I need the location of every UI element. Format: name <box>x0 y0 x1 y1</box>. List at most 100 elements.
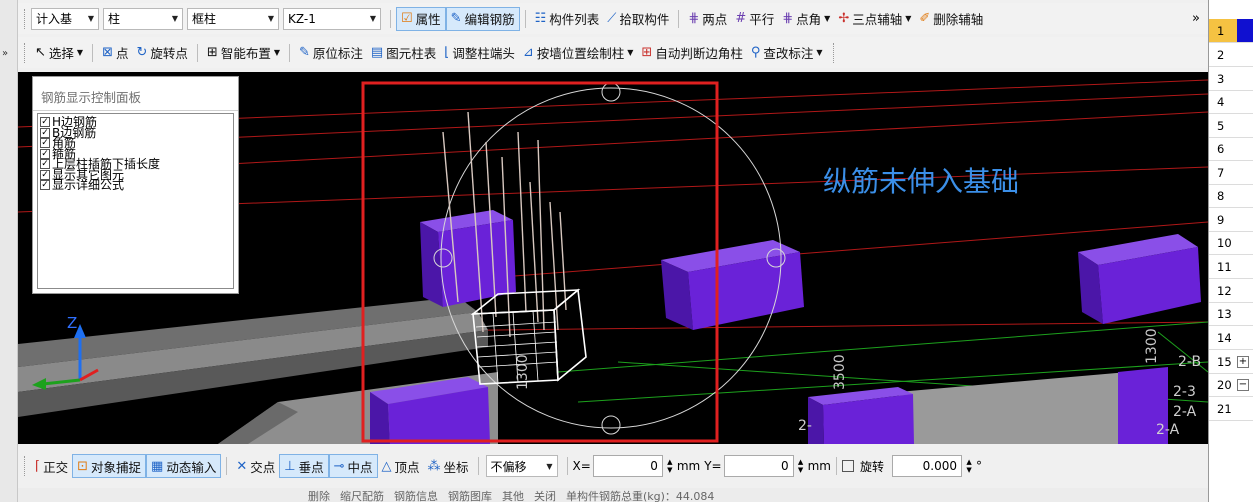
dynamic-input-button[interactable]: ▦ 动态输入 <box>146 454 222 478</box>
row-header[interactable]: 4 <box>1209 90 1253 114</box>
check-label-button[interactable]: ⚲ 查改标注 ▼ <box>747 41 827 65</box>
checkbox-checked-icon[interactable]: ✓ <box>40 138 50 149</box>
toolbar-grip[interactable] <box>24 8 28 29</box>
pick-component-label: 拾取构件 <box>619 12 670 27</box>
toolbar-grip[interactable] <box>24 456 28 476</box>
other-button[interactable]: 其他 <box>502 488 524 502</box>
checkbox-checked-icon[interactable]: ✓ <box>40 117 50 128</box>
pick-component-button[interactable]: ⟋ 拾取构件 <box>603 7 673 31</box>
delete-axis-button[interactable]: ✐ 删除辅轴 <box>915 7 987 31</box>
row-number: 5 <box>1217 118 1225 133</box>
rotate-label: 旋转 <box>860 459 885 474</box>
expand-plus-icon[interactable]: + <box>1237 355 1249 368</box>
row-header[interactable]: 15 + <box>1209 350 1253 374</box>
row-header[interactable]: 5 <box>1209 114 1253 138</box>
midpoint-button[interactable]: ⊸ 中点 <box>328 454 378 478</box>
parallel-button[interactable]: # 平行 <box>731 7 778 31</box>
row-header[interactable]: 2 <box>1209 43 1253 67</box>
three-point-axis-button[interactable]: ✢ 三点辅轴 ▼ <box>834 7 915 31</box>
row-header[interactable]: 14 <box>1209 326 1253 350</box>
select-label: 选择 <box>48 46 74 61</box>
row-number: 20 <box>1217 377 1232 392</box>
orthogonal-button[interactable]: ⌈ 正交 <box>31 454 72 478</box>
row-header[interactable]: 10 <box>1209 231 1253 255</box>
coordinate-button[interactable]: ⁂ 坐标 <box>424 454 473 478</box>
checkbox-checked-icon[interactable]: ✓ <box>40 148 50 159</box>
grid-label-2a-bottom: 2-A <box>1156 422 1180 438</box>
row-header[interactable]: 7 <box>1209 161 1253 185</box>
row-header[interactable]: 13 <box>1209 302 1253 326</box>
properties-icon: ☑ <box>401 11 413 26</box>
row-header[interactable]: 11 <box>1209 255 1253 279</box>
perpendicular-button[interactable]: ⊥ 垂点 <box>279 454 329 478</box>
element-column-table-button[interactable]: ▤ 图元柱表 <box>367 41 440 65</box>
smart-layout-button[interactable]: ⊞ 智能布置 ▼ <box>203 41 284 65</box>
component-combo[interactable]: KZ-1 ▼ <box>283 7 381 30</box>
type-combo[interactable]: 框柱 ▼ <box>187 7 279 30</box>
divider <box>836 457 837 475</box>
offset-mode-select[interactable]: 不偏移 ▼ <box>485 455 558 477</box>
intersection-button[interactable]: ✕ 交点 <box>232 454 279 478</box>
dynamic-input-label: 动态输入 <box>166 459 217 475</box>
rebar-drawing-button[interactable]: 钢筋图库 <box>448 488 492 502</box>
adjust-column-end-button[interactable]: ⌊ 调整柱端头 <box>440 41 519 65</box>
rotate-input[interactable]: 0.000 <box>892 455 963 477</box>
chevron-down-icon: ▼ <box>76 48 84 57</box>
row-header[interactable]: 6 <box>1209 137 1253 161</box>
category-combo-value: 柱 <box>108 12 121 26</box>
point-angle-button[interactable]: ⋕ 点角 ▼ <box>778 7 834 31</box>
mm-unit-y: mm <box>807 459 831 473</box>
row-header[interactable]: 1 <box>1209 19 1253 43</box>
dimension-label-1300-right: 1300 <box>1144 328 1160 364</box>
category-combo[interactable]: 柱 ▼ <box>103 7 183 30</box>
y-input[interactable]: 0 <box>723 455 794 477</box>
rotate-icon: ↻ <box>136 45 148 60</box>
reduce-rebar-button[interactable]: 缩尺配筋 <box>340 488 384 502</box>
vertex-icon: △ <box>381 458 392 474</box>
two-points-button[interactable]: ⋕ 两点 <box>684 7 731 31</box>
delete-button[interactable]: 删除 <box>308 488 330 502</box>
panel-option-detailed-formula[interactable]: ✓ 显示详细公式 <box>40 179 231 191</box>
row-header[interactable]: 21 <box>1209 397 1253 421</box>
checkbox-checked-icon[interactable]: ✓ <box>40 159 50 170</box>
toolbar-overflow-icon[interactable]: » <box>1192 11 1200 26</box>
rotate-spinner-icon[interactable]: ▲ ▼ <box>964 458 974 474</box>
draw-column-by-wall-button[interactable]: ⊿ 按墙位置绘制柱 ▼ <box>519 41 638 65</box>
select-button[interactable]: ↖ 选择 ▼ <box>31 41 87 65</box>
row-number: 12 <box>1217 283 1232 298</box>
in-place-label-button[interactable]: ✎ 原位标注 <box>295 41 367 65</box>
row-header[interactable]: 9 <box>1209 208 1253 232</box>
expand-chevron-icon[interactable]: » <box>2 48 8 59</box>
rebar-info-button[interactable]: 钢筋信息 <box>394 488 438 502</box>
component-list-button[interactable]: ☷ 构件列表 <box>531 7 604 31</box>
row-header[interactable]: 12 <box>1209 279 1253 303</box>
close-button[interactable]: 关闭 <box>534 488 556 502</box>
intersection-label: 交点 <box>250 459 276 475</box>
drawing-viewport[interactable]: Z 1300 3500 1300 2-B 2-3 2-A 2-A 2- 纵筋未伸… <box>18 72 1208 444</box>
point-button[interactable]: ⊠ 点 <box>98 41 132 65</box>
object-snap-button[interactable]: ⊡ 对象捕捉 <box>72 454 147 478</box>
x-spinner-icon[interactable]: ▲ ▼ <box>665 458 675 474</box>
selected-cell[interactable] <box>1237 19 1253 42</box>
properties-button[interactable]: ☑ 属性 <box>396 6 446 31</box>
rotate-point-button[interactable]: ↻ 旋转点 <box>133 41 192 65</box>
checkbox-checked-icon[interactable]: ✓ <box>40 127 50 138</box>
row-header[interactable]: 8 <box>1209 184 1253 208</box>
row-header[interactable]: 20− <box>1209 373 1253 397</box>
y-spinner-icon[interactable]: ▲ ▼ <box>796 458 806 474</box>
x-input[interactable]: 0 <box>592 455 663 477</box>
row-number: 11 <box>1217 259 1232 274</box>
divider <box>196 43 198 62</box>
auto-corner-column-button[interactable]: ⊞ 自动判断边角柱 <box>637 41 746 65</box>
chevron-down-icon: ▼ <box>627 48 634 57</box>
vertex-button[interactable]: △ 顶点 <box>378 454 424 478</box>
checkbox-checked-icon[interactable]: ✓ <box>40 169 50 180</box>
toolbar-grip[interactable] <box>24 42 28 63</box>
edit-rebar-button[interactable]: ✎ 编辑钢筋 <box>445 6 520 31</box>
main-toolbar: 计入基 ▼ 柱 ▼ 框柱 ▼ KZ-1 ▼ ☑ 属性 ✎ 编辑钢筋 ☷ 构件列表 ⟋ 拾取构件 … <box>18 3 1208 34</box>
collapse-minus-icon[interactable]: − <box>1237 378 1249 391</box>
floor-combo[interactable]: 计入基 ▼ <box>31 7 99 30</box>
rotate-checkbox[interactable] <box>842 460 854 472</box>
row-header[interactable]: 3 <box>1209 67 1253 91</box>
checkbox-checked-icon[interactable]: ✓ <box>40 180 50 191</box>
